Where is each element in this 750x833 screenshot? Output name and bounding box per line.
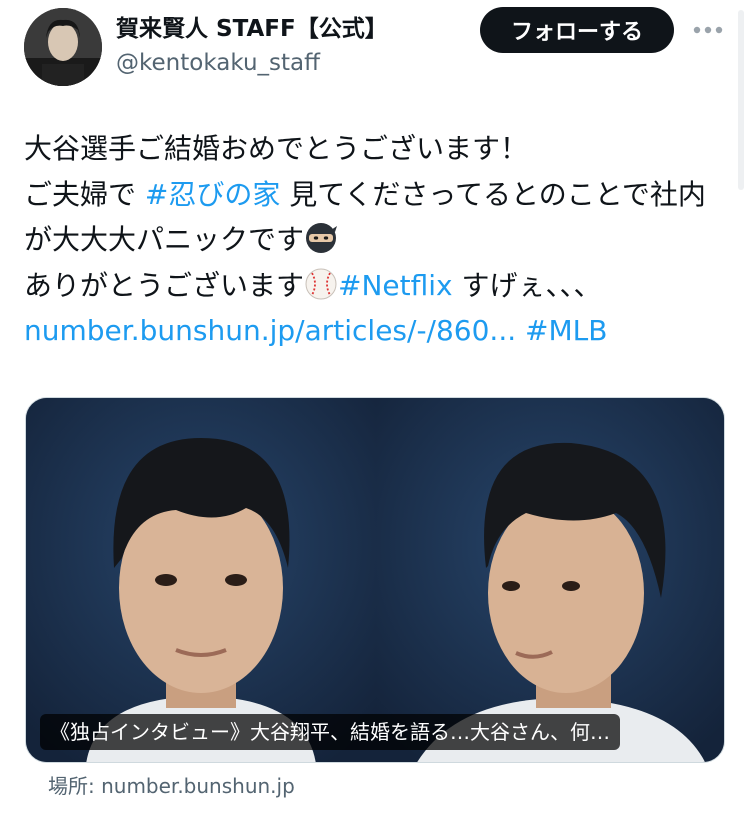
- hashtag-shinobi-no-ie[interactable]: #忍びの家: [145, 178, 280, 211]
- more-icon[interactable]: [693, 16, 723, 44]
- tweet-text-segment: ありがとうございます: [24, 268, 305, 302]
- article-link[interactable]: number.bunshun.jp/articles/-/860...: [24, 314, 516, 347]
- tweet-line-5: number.bunshun.jp/articles/-/860... #MLB: [24, 308, 724, 354]
- ninja-emoji-icon: [304, 221, 338, 255]
- baseball-emoji-icon: [304, 267, 338, 301]
- hashtag-mlb[interactable]: #MLB: [525, 314, 607, 347]
- card-photo-left[interactable]: [26, 398, 376, 762]
- tweet-text-segment: 見てくださってるとのことで社内: [280, 177, 706, 211]
- display-name[interactable]: 賀来賢人 STAFF【公式】: [116, 14, 388, 44]
- tweet-line-1: 大谷選手ご結婚おめでとうございます！: [24, 132, 529, 165]
- tweet-line-3: が大大大パニックです: [24, 217, 724, 263]
- link-card[interactable]: 《独占インタビュー》大谷翔平、結婚を語る…大谷さん、何…: [25, 397, 725, 763]
- tweet-text-segment: すげぇ、、、: [452, 268, 602, 302]
- card-source[interactable]: 場所: number.bunshun.jp: [48, 772, 295, 800]
- card-photo-right[interactable]: [376, 398, 724, 762]
- tweet-text-segment: ご夫婦で: [24, 177, 145, 211]
- follow-button[interactable]: フォローする: [480, 7, 674, 53]
- tweet-text-segment: が大大大パニックです: [24, 223, 305, 256]
- tweet-line-2: ご夫婦で #忍びの家 見てくださってるとのことで社内: [24, 172, 724, 218]
- tweet-text: 大谷選手ご結婚おめでとうございます！ ご夫婦で #忍びの家 見てくださってるとの…: [24, 126, 724, 354]
- avatar[interactable]: [24, 8, 102, 86]
- scrollbar[interactable]: [738, 10, 744, 190]
- tweet-line-4: ありがとうございます #Netflix すげぇ、、、: [24, 263, 724, 309]
- tweet-header: 賀来賢人 STAFF【公式】 @kentokaku_staff フォローする: [0, 0, 750, 190]
- card-caption[interactable]: 《独占インタビュー》大谷翔平、結婚を語る…大谷さん、何…: [40, 714, 620, 750]
- user-handle[interactable]: @kentokaku_staff: [116, 48, 320, 78]
- hashtag-netflix[interactable]: #Netflix: [338, 269, 453, 302]
